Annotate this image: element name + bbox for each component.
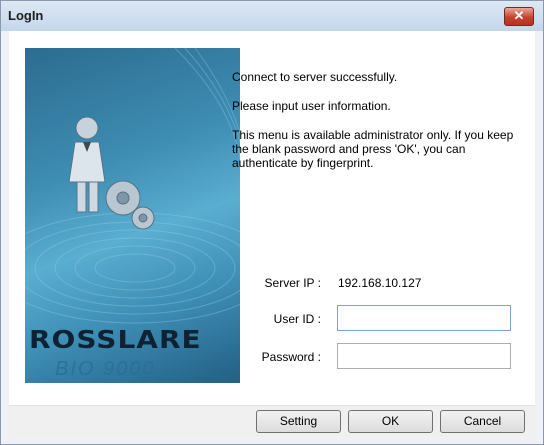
user-id-field[interactable] [337,305,511,331]
button-bar: Setting OK Cancel [9,406,535,437]
info-message: This menu is available administrator onl… [232,128,514,170]
password-label: Password : [261,350,321,364]
close-icon: ✕ [513,8,525,23]
close-button[interactable]: ✕ [504,7,534,26]
status-message: Connect to server successfully. [232,70,398,84]
setting-button[interactable]: Setting [256,410,341,433]
product-logo: BIO 9000 [55,358,156,380]
user-figure-icon [68,116,106,213]
brand-logo: ROSSLARE [29,324,202,355]
instruction-message: Please input user information. [232,99,391,113]
server-ip-value: 192.168.10.127 [338,276,422,290]
brand-banner-image: ROSSLARE BIO 9000 [25,48,240,383]
server-ip-label: Server IP : [264,276,321,290]
ok-button[interactable]: OK [348,410,433,433]
login-window: LogIn ✕ ROSSLARE BIO 9000 Connect to ser… [0,0,544,445]
password-field[interactable] [337,343,511,369]
title-bar: LogIn ✕ [1,1,543,31]
user-id-label: User ID : [273,312,321,326]
window-title: LogIn [8,8,44,23]
cancel-button[interactable]: Cancel [440,410,525,433]
dialog-body: ROSSLARE BIO 9000 Connect to server succ… [9,31,535,437]
